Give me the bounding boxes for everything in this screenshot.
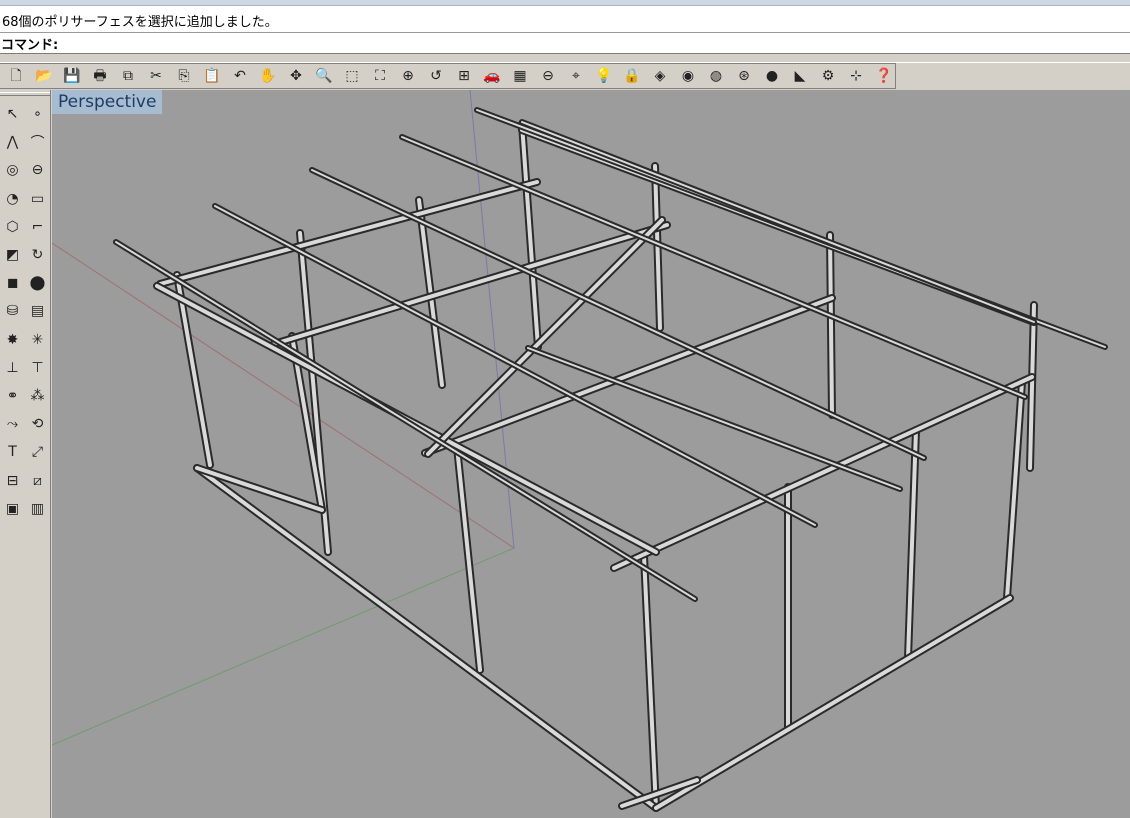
perspective-viewport[interactable]: Perspective — [52, 90, 1130, 818]
split-icon[interactable]: ⊤ — [25, 354, 50, 382]
post-pipe-9-highlight — [642, 554, 658, 810]
standard-toolbar: 🗋 📂 💾 🖶 ⧉ ✂ ⎘ 📋 ↶ ✋ ✥ 🔍 ⬚ ⛶ ⊕ ↺ ⊞ 🚗 ▦ ⊖ ⌖ 💡 🔒 ◈ ◉ ◍ ⊛ ● ◣ ⚙ ⊹ ❓ — [0, 63, 896, 89]
base-pipe-3-highlight — [195, 466, 324, 512]
curve-icon[interactable]: ⌒ — [25, 128, 50, 156]
four-viewports-icon[interactable]: ⊞ — [450, 65, 478, 87]
wireframe-icon[interactable]: ◍ — [702, 65, 730, 87]
z-axis-line — [469, 90, 515, 549]
left-toolbar-grid: ↖ ∘ ⋀ ⌒ ◎ ⊖ ◔ ▭ ⬡ ⌐ ◩ ↻ ◼ ⬤ ⛁ ▤ ✸ ✳ ⊥ ⊤ ⚭ ⁂ ⤳ ⟲ T ⤢ ⊟ ⧄ ▣ ▥ — [0, 100, 50, 523]
array-icon[interactable]: ⁂ — [25, 382, 50, 410]
polyline-icon[interactable]: ⋀ — [0, 128, 25, 156]
grid-snap-icon[interactable]: ⊖ — [534, 65, 562, 87]
cylinder-icon[interactable]: ⛁ — [0, 297, 25, 325]
circle-icon[interactable]: ◎ — [0, 156, 25, 184]
base-pipe-1-highlight — [654, 596, 1012, 810]
block-icon[interactable]: ⊟ — [0, 466, 25, 494]
main-left-toolbar: ↖ ∘ ⋀ ⌒ ◎ ⊖ ◔ ▭ ⬡ ⌐ ◩ ↻ ◼ ⬤ ⛁ ▤ ✸ ✳ ⊥ ⊤ ⚭ ⁂ ⤳ ⟲ T ⤢ ⊟ ⧄ ▣ ▥ — [0, 90, 51, 818]
analyze-icon[interactable]: ⧄ — [25, 466, 50, 494]
explode-icon[interactable]: ✳ — [25, 326, 50, 354]
osnap-icon[interactable]: ⌖ — [562, 65, 590, 87]
open-file-icon[interactable]: 📂 — [30, 65, 58, 87]
surface-points-icon[interactable]: ◩ — [0, 241, 25, 269]
hatch-icon[interactable]: ▥ — [25, 495, 50, 523]
lights-icon[interactable]: 💡 — [590, 65, 618, 87]
command-input[interactable] — [60, 34, 1120, 50]
revolve-icon[interactable]: ↻ — [25, 241, 50, 269]
post-pipe-12-highlight — [1005, 380, 1024, 600]
set-cplane-icon[interactable]: ▦ — [506, 65, 534, 87]
pan-hand-icon[interactable]: ✋ — [254, 65, 282, 87]
viewport-title[interactable]: Perspective — [52, 90, 163, 114]
layers-icon[interactable]: ◈ — [646, 65, 674, 87]
transform-icon[interactable]: ✸ — [0, 326, 25, 354]
set-view-icon[interactable]: 🚗 — [478, 65, 506, 87]
zoom-selected-icon[interactable]: ⊕ — [394, 65, 422, 87]
export-icon[interactable]: ⧉ — [114, 65, 142, 87]
beam-pipe-0-highlight — [158, 180, 539, 286]
post-pipe-5-highlight — [828, 233, 834, 417]
polygon-icon[interactable]: ⬡ — [0, 213, 25, 241]
zoom-window-icon[interactable]: ⬚ — [338, 65, 366, 87]
dimension-icon[interactable]: ⤢ — [25, 438, 50, 466]
render-sphere-icon[interactable]: ● — [758, 65, 786, 87]
copy-icon[interactable]: ⎘ — [170, 65, 198, 87]
rectangle-icon[interactable]: ▭ — [25, 185, 50, 213]
color-wheel-icon[interactable]: ◉ — [674, 65, 702, 87]
toolbar-grip[interactable] — [0, 92, 50, 96]
move-icon[interactable]: ⤳ — [0, 410, 25, 438]
select-arrow-icon[interactable]: ↖ — [0, 100, 25, 128]
command-line[interactable]: コマンド: — [0, 33, 1130, 54]
render-box-icon[interactable]: ▣ — [0, 495, 25, 523]
ghosted-icon[interactable]: ⊛ — [730, 65, 758, 87]
help-icon[interactable]: ❓ — [870, 65, 898, 87]
save-icon[interactable]: 💾 — [58, 65, 86, 87]
post-pipe-3-highlight — [520, 122, 540, 349]
text-icon[interactable]: T — [0, 438, 25, 466]
toolbar-separator — [0, 54, 1130, 63]
y-axis-line — [52, 547, 515, 746]
post-pipe-8-highlight — [455, 445, 482, 672]
box-solid-icon[interactable]: ◼ — [0, 269, 25, 297]
print-icon[interactable]: 🖶 — [86, 65, 114, 87]
lock-icon[interactable]: 🔒 — [618, 65, 646, 87]
cut-icon[interactable]: ✂ — [142, 65, 170, 87]
new-file-icon[interactable]: 🗋 — [2, 65, 30, 87]
zoom-dynamic-icon[interactable]: 🔍 — [310, 65, 338, 87]
model-scene[interactable] — [52, 90, 1130, 818]
paste-icon[interactable]: 📋 — [198, 65, 226, 87]
history-message: 68個のポリサーフェスを選択に追加しました。 — [2, 15, 278, 30]
arc-icon[interactable]: ◔ — [0, 185, 25, 213]
rotate-view-icon[interactable]: ✥ — [282, 65, 310, 87]
group-icon[interactable]: ⚭ — [0, 382, 25, 410]
select-filter-icon[interactable]: ◣ — [786, 65, 814, 87]
zoom-extents-icon[interactable]: ⛶ — [366, 65, 394, 87]
command-prompt-label: コマンド: — [1, 38, 59, 53]
mesh-icon[interactable]: ▤ — [25, 297, 50, 325]
point-icon[interactable]: ∘ — [25, 100, 50, 128]
tools-icon[interactable]: ⊹ — [842, 65, 870, 87]
undo-icon[interactable]: ↶ — [226, 65, 254, 87]
trim-icon[interactable]: ⊥ — [0, 354, 25, 382]
boolean-union-icon[interactable]: ⬤ — [25, 269, 50, 297]
fillet-curve-icon[interactable]: ⌐ — [25, 213, 50, 241]
ellipse-icon[interactable]: ⊖ — [25, 156, 50, 184]
settings-gear-icon[interactable]: ⚙ — [814, 65, 842, 87]
undo-view-icon[interactable]: ↺ — [422, 65, 450, 87]
rotate-icon[interactable]: ⟲ — [25, 410, 50, 438]
command-history: 68個のポリサーフェスを選択に追加しました。 — [0, 6, 1130, 33]
